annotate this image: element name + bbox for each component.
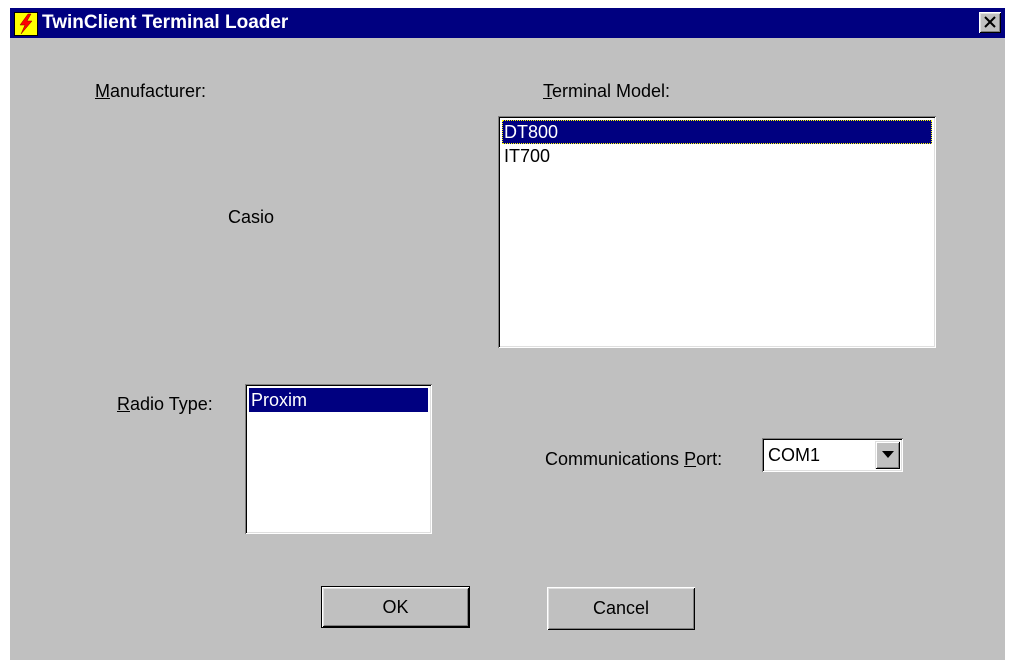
terminal-model-label: Terminal Model: xyxy=(543,81,671,101)
list-item-dt800[interactable]: DT800 xyxy=(502,120,932,144)
communications-port-label: Communications Port: xyxy=(545,449,723,469)
title-bar[interactable]: TwinClient Terminal Loader xyxy=(10,8,1005,38)
radio-type-label: Radio Type: xyxy=(117,394,213,414)
cancel-button[interactable]: Cancel xyxy=(547,587,695,630)
dialog-window: TwinClient Terminal Loader Manufacturer:… xyxy=(10,8,1005,660)
list-item-proxim[interactable]: Proxim xyxy=(249,388,428,412)
radio-type-listbox[interactable]: Proxim xyxy=(245,384,432,534)
close-button[interactable] xyxy=(979,12,1001,33)
manufacturer-value: Casio xyxy=(228,207,275,227)
communications-port-value: COM1 xyxy=(768,445,821,465)
list-item-it700[interactable]: IT700 xyxy=(502,144,932,168)
triangle-down-icon xyxy=(882,451,894,458)
terminal-model-listbox[interactable]: DT800 IT700 xyxy=(498,116,936,348)
close-icon xyxy=(984,16,996,28)
manufacturer-label: Manufacturer: xyxy=(95,81,207,101)
lightning-bolt-icon xyxy=(14,12,38,36)
dropdown-button[interactable] xyxy=(875,441,900,469)
ok-button[interactable]: OK xyxy=(321,586,470,628)
communications-port-select[interactable]: COM1 xyxy=(762,438,903,472)
window-title: TwinClient Terminal Loader xyxy=(42,12,289,33)
